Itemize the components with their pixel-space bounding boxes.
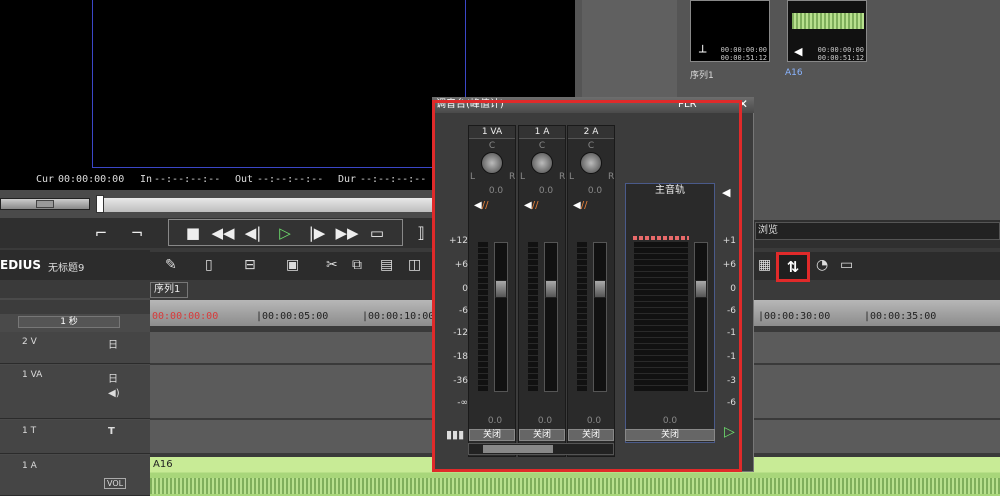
mixer-highlight-box: [432, 100, 742, 472]
copy-icon[interactable]: ⧉: [352, 257, 362, 273]
window-icon[interactable]: ▭: [840, 257, 853, 273]
audio-mixer-button[interactable]: ⇅: [776, 252, 810, 282]
cur-label: Cur: [36, 174, 55, 185]
ruler-label: 00:00:00:00: [152, 311, 219, 322]
paste-icon[interactable]: ▤: [380, 257, 393, 273]
ruler-label: |00:00:35:00: [864, 311, 937, 322]
step-forward-icon[interactable]: |▶: [304, 222, 330, 244]
loop-icon[interactable]: ▭: [364, 222, 390, 244]
track-name: 2 V: [22, 337, 37, 347]
clip-label: 序列1: [690, 71, 714, 81]
in-label: In: [140, 174, 153, 185]
play-icon[interactable]: ▷: [272, 222, 298, 244]
clip-tc-out: 00:00:51:12: [817, 54, 864, 62]
dur-value: --:--:--:--: [360, 174, 427, 185]
cur-value: 00:00:00:00: [58, 174, 125, 185]
grid-icon[interactable]: ▦: [758, 257, 771, 273]
video-icon[interactable]: 日: [108, 370, 118, 385]
video-icon[interactable]: 日: [108, 336, 118, 351]
clip-tc-in: 00:00:00:00: [817, 46, 864, 54]
timescale-select[interactable]: 1 秒: [18, 316, 120, 328]
playhead-handle[interactable]: [96, 195, 104, 213]
insert-icon[interactable]: ⟧: [408, 222, 434, 244]
track-name: 1 VA: [22, 370, 43, 380]
clip-thumbnail-audio[interactable]: ◀ 00:00:00:00 00:00:51:12: [787, 0, 867, 62]
audio-clip-waveform: [150, 478, 1000, 494]
stop-icon[interactable]: ■: [180, 222, 206, 244]
sequence-icon: ┴: [699, 45, 707, 59]
replace-icon[interactable]: ◫: [408, 257, 421, 273]
set-in-icon[interactable]: ⌐: [88, 222, 114, 244]
clip-tc-out: 00:00:51:12: [720, 54, 767, 62]
clip-tc-in: 00:00:00:00: [720, 46, 767, 54]
fast-forward-icon[interactable]: ▶▶: [334, 222, 360, 244]
volume-icon[interactable]: VOL: [104, 478, 127, 489]
track-name: 1 T: [22, 426, 37, 436]
clip-thumbnail-sequence[interactable]: ┴ 00:00:00:00 00:00:51:12: [690, 0, 770, 62]
project-name: 无标题9: [48, 263, 85, 274]
rewind-icon[interactable]: ◀◀: [210, 222, 236, 244]
open-icon[interactable]: ⊟: [244, 257, 256, 273]
audio-waveform: [792, 13, 864, 29]
pen-icon[interactable]: ✎: [165, 257, 177, 273]
audio-speaker-icon[interactable]: ◀): [108, 388, 120, 399]
ruler-label: |00:00:30:00: [758, 311, 831, 322]
in-value: --:--:--:--: [154, 174, 221, 185]
ruler-label: |00:00:05:00: [256, 311, 329, 322]
step-back-icon[interactable]: ◀|: [240, 222, 266, 244]
new-icon[interactable]: ▯: [205, 257, 213, 273]
clip-label: A16: [785, 68, 803, 78]
preview-safe-frame: [92, 0, 466, 168]
out-label: Out: [235, 174, 254, 185]
title-track-icon[interactable]: T: [108, 426, 115, 437]
audio-clip-label: A16: [153, 459, 173, 470]
cut-icon[interactable]: ✂: [326, 257, 338, 273]
tab-sequence[interactable]: 序列1: [150, 282, 188, 298]
track-header-top: [0, 300, 150, 314]
track-name: 1 A: [22, 461, 37, 471]
speaker-icon: ◀: [794, 45, 803, 58]
save-icon[interactable]: ▣: [286, 257, 299, 273]
app-name: EDIUS: [0, 258, 42, 272]
set-out-icon[interactable]: ¬: [124, 222, 150, 244]
ruler-label: |00:00:10:00: [362, 311, 435, 322]
shuttle-knob[interactable]: [36, 200, 54, 208]
browse-tab[interactable]: 浏览: [755, 222, 1000, 240]
dur-label: Dur: [338, 174, 357, 185]
mixer-icon: ⇅: [786, 258, 800, 276]
clock-icon[interactable]: ◔: [816, 257, 828, 273]
out-value: --:--:--:--: [257, 174, 324, 185]
